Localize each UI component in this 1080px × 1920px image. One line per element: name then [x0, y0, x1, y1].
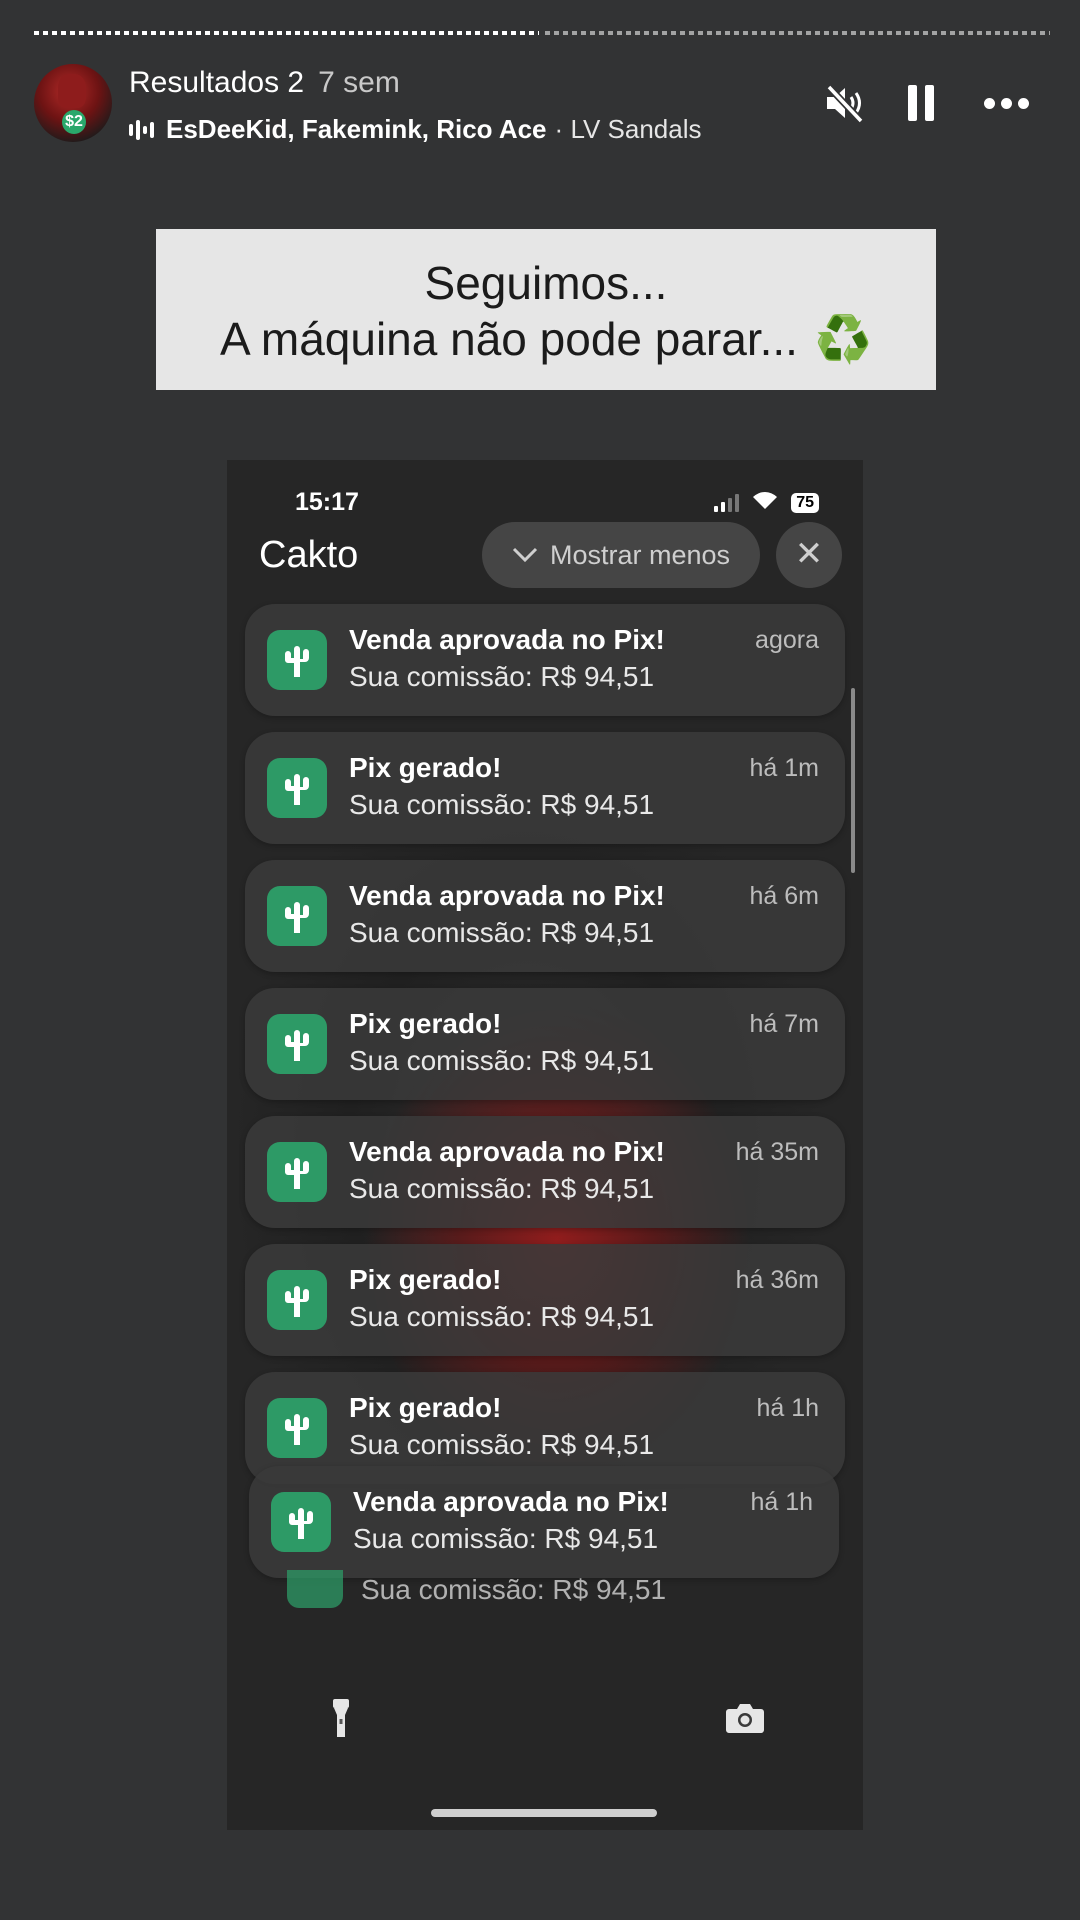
show-less-label: Mostrar menos: [549, 539, 731, 570]
notification-title: Venda aprovada no Pix!: [349, 1136, 665, 1167]
notification-card[interactable]: Venda aprovada no Pix! Sua comissão: R$ 9…: [249, 1466, 839, 1578]
status-indicators: 75: [714, 490, 819, 515]
notification-time: há 6m: [749, 882, 819, 910]
notification-title: Pix gerado!: [349, 1008, 502, 1039]
story-caption: Seguimos... A máquina não pode parar... …: [156, 229, 936, 390]
music-bars-icon: [129, 119, 154, 140]
notification-body: Sua comissão: R$ 94,51: [349, 1429, 655, 1460]
scrollbar[interactable]: [851, 688, 855, 873]
cactus-app-icon: [267, 1270, 327, 1330]
speaker-muted-icon[interactable]: [822, 80, 868, 126]
notification-card[interactable]: Venda aprovada no Pix! Sua comissão: R$ 9…: [245, 604, 845, 716]
cactus-app-icon: [267, 630, 327, 690]
flashlight-icon[interactable]: [303, 1680, 379, 1756]
stacked-preview-text: Sua comissão: R$ 94,51: [361, 1574, 667, 1605]
notification-card[interactable]: Venda aprovada no Pix! Sua comissão: R$ 9…: [245, 860, 845, 972]
notification-time: há 35m: [735, 1138, 819, 1166]
notification-time: agora: [755, 626, 819, 654]
notification-title: Venda aprovada no Pix!: [349, 880, 665, 911]
notification-time: há 7m: [749, 1010, 819, 1038]
notification-body: Sua comissão: R$ 94,51: [349, 1045, 655, 1076]
caption-line-1: Seguimos...: [424, 257, 668, 309]
cactus-app-icon: [271, 1492, 331, 1552]
notification-time: há 1h: [750, 1488, 813, 1516]
wifi-icon: [751, 490, 779, 515]
music-info[interactable]: EsDeeKid, Fakemink, Rico Ace · LV Sandal…: [129, 114, 702, 145]
notification-body: Sua comissão: R$ 94,51: [349, 789, 655, 820]
story-header: Resultados 2 7 sem: [129, 66, 400, 100]
notification-body: Sua comissão: R$ 94,51: [353, 1523, 659, 1554]
music-separator: ·: [554, 114, 564, 144]
cactus-app-icon: [267, 1398, 327, 1458]
cactus-app-icon: [267, 758, 327, 818]
music-song-title: LV Sandals: [570, 114, 702, 144]
notification-title: Venda aprovada no Pix!: [353, 1486, 669, 1517]
avatar-figure: [58, 74, 86, 108]
music-artists: EsDeeKid, Fakemink, Rico Ace: [166, 114, 547, 144]
stacked-notification-preview: Sua comissão: R$ 94,51: [287, 1570, 807, 1630]
notification-body: Sua comissão: R$ 94,51: [349, 661, 655, 692]
caption-line-2: A máquina não pode parar...: [219, 313, 798, 365]
chevron-down-icon: [512, 547, 538, 563]
cactus-app-icon: [267, 1014, 327, 1074]
music-song: · LV Sandals: [555, 114, 702, 145]
notification-card[interactable]: Pix gerado! Sua comissão: R$ 94,51 há 7m: [245, 988, 845, 1100]
phone-screenshot: 15:17 75 Cakto Mostrar menos ✕ Venda apr…: [227, 460, 863, 1830]
cactus-app-icon: [267, 1142, 327, 1202]
story-progress: [34, 31, 1050, 35]
cactus-app-icon: [287, 1570, 343, 1608]
notification-body: Sua comissão: R$ 94,51: [349, 917, 655, 948]
notification-body: Sua comissão: R$ 94,51: [349, 1173, 655, 1204]
story-age: 7 sem: [318, 66, 400, 99]
notification-title: Pix gerado!: [349, 1392, 502, 1423]
notification-title: Pix gerado!: [349, 752, 502, 783]
caption-line-2-row: A máquina não pode parar... ♻️: [156, 311, 936, 367]
more-horizontal-icon[interactable]: [978, 80, 1034, 126]
cactus-app-icon: [267, 886, 327, 946]
pause-icon[interactable]: [904, 80, 938, 126]
notification-card[interactable]: Pix gerado! Sua comissão: R$ 94,51 há 36m: [245, 1244, 845, 1356]
story-title[interactable]: Resultados 2: [129, 66, 304, 99]
home-indicator[interactable]: [431, 1809, 657, 1817]
battery-icon: 75: [791, 492, 819, 513]
recycle-icon: ♻️: [814, 313, 873, 365]
app-group-title: Cakto: [259, 534, 359, 576]
notification-time: há 36m: [735, 1266, 819, 1294]
progress-segment-1: [34, 31, 539, 35]
notification-title: Pix gerado!: [349, 1264, 502, 1295]
notification-body: Sua comissão: R$ 94,51: [349, 1301, 655, 1332]
notification-card[interactable]: Pix gerado! Sua comissão: R$ 94,51 há 1m: [245, 732, 845, 844]
notification-time: há 1m: [749, 754, 819, 782]
close-button[interactable]: ✕: [776, 522, 842, 588]
avatar[interactable]: $2: [34, 64, 112, 142]
notification-card[interactable]: Venda aprovada no Pix! Sua comissão: R$ 9…: [245, 1116, 845, 1228]
notification-title: Venda aprovada no Pix!: [349, 624, 665, 655]
notification-time: há 1h: [756, 1394, 819, 1422]
show-less-button[interactable]: Mostrar menos: [482, 522, 760, 588]
progress-segment-2: [545, 31, 1050, 35]
avatar-badge: $2: [62, 110, 86, 134]
camera-icon[interactable]: [707, 1680, 783, 1756]
status-time: 15:17: [295, 488, 359, 516]
signal-icon: [714, 493, 740, 512]
